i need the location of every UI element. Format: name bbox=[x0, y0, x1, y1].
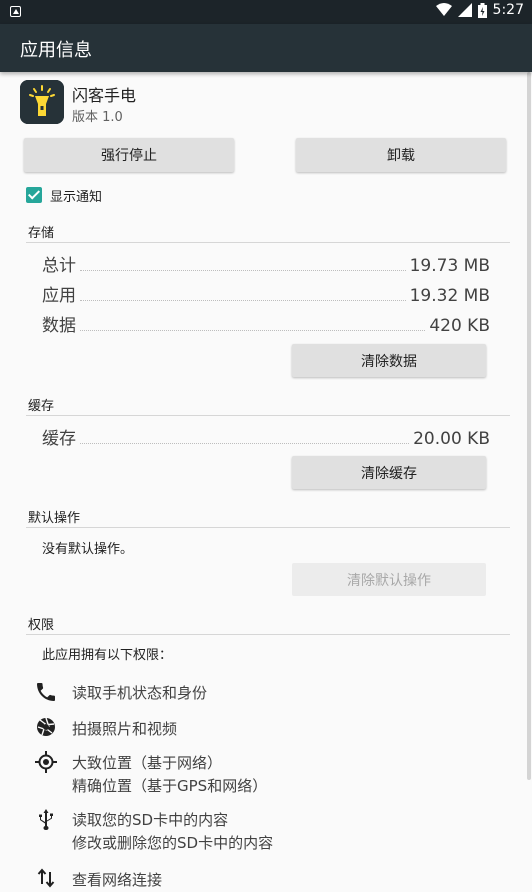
permission-item: 查看网络连接 bbox=[34, 866, 494, 892]
phone-icon bbox=[37, 683, 55, 701]
clock: 5:27 bbox=[492, 2, 524, 18]
dotted-leader bbox=[80, 270, 406, 271]
app-version: 版本 1.0 bbox=[72, 110, 123, 125]
storage-total-row: 总计 19.73 MB bbox=[42, 250, 490, 276]
size-value: 19.73 MB bbox=[409, 256, 490, 276]
cache-divider bbox=[26, 415, 510, 416]
permission-text: 查看网络连接 bbox=[72, 871, 163, 889]
size-value: 420 KB bbox=[429, 316, 490, 336]
permission-item: 读取手机状态和身份 bbox=[34, 680, 494, 706]
network-arrows-icon bbox=[37, 868, 55, 888]
no-defaults-text: 没有默认操作。 bbox=[42, 542, 134, 557]
signal-icon bbox=[457, 3, 472, 17]
clear-defaults-button[interactable]: 清除默认操作 bbox=[292, 563, 486, 596]
permission-item: 拍摄照片和视频 bbox=[34, 715, 494, 741]
cache-section-title: 缓存 bbox=[28, 399, 55, 414]
app-bar: 应用信息 bbox=[0, 24, 532, 72]
usb-icon bbox=[39, 809, 53, 830]
app-header: 闪客手电 版本 1.0 bbox=[20, 80, 500, 128]
permission-text: 大致位置（基于网络） bbox=[72, 754, 223, 772]
show-notifications-checkbox[interactable] bbox=[26, 187, 42, 203]
permission-text: 读取您的SD卡中的内容 bbox=[72, 811, 229, 829]
force-stop-button[interactable]: 强行停止 bbox=[24, 138, 234, 172]
size-value: 20.00 KB bbox=[413, 429, 490, 449]
dotted-leader bbox=[80, 300, 406, 301]
permission-text: 精确位置（基于GPS和网络） bbox=[72, 777, 268, 795]
permissions-section-title: 权限 bbox=[28, 618, 55, 633]
page-title: 应用信息 bbox=[20, 40, 92, 61]
uninstall-button[interactable]: 卸载 bbox=[296, 138, 506, 172]
storage-data-row: 数据 420 KB bbox=[42, 310, 490, 336]
scrollbar[interactable] bbox=[527, 72, 531, 780]
permission-text: 读取手机状态和身份 bbox=[72, 684, 208, 702]
status-bar: 5:27 bbox=[0, 0, 532, 24]
defaults-section-title: 默认操作 bbox=[28, 511, 81, 526]
clear-data-button[interactable]: 清除数据 bbox=[292, 344, 486, 377]
camera-aperture-icon bbox=[37, 717, 55, 736]
wifi-icon bbox=[435, 3, 452, 16]
dotted-leader bbox=[80, 443, 410, 444]
size-value: 19.32 MB bbox=[409, 286, 490, 306]
permission-item: 大致位置（基于网络） 精确位置（基于GPS和网络） bbox=[34, 750, 494, 800]
size-label: 应用 bbox=[42, 286, 76, 306]
app-name: 闪客手电 bbox=[72, 86, 137, 105]
size-label: 总计 bbox=[42, 256, 76, 276]
permissions-intro: 此应用拥有以下权限： bbox=[42, 648, 173, 663]
flashlight-app-icon bbox=[20, 80, 64, 124]
storage-app-row: 应用 19.32 MB bbox=[42, 280, 490, 306]
storage-section-title: 存储 bbox=[28, 226, 55, 241]
dotted-leader bbox=[80, 330, 426, 331]
size-label: 数据 bbox=[42, 316, 76, 336]
storage-divider bbox=[26, 242, 510, 243]
location-icon bbox=[35, 751, 57, 773]
app-info-content[interactable]: 闪客手电 版本 1.0 强行停止 卸载 显示通知 存储 总计 19.73 MB … bbox=[0, 72, 532, 892]
cache-row: 缓存 20.00 KB bbox=[42, 423, 490, 449]
permission-text: 拍摄照片和视频 bbox=[72, 720, 178, 738]
defaults-divider bbox=[26, 527, 510, 528]
permission-item: 读取您的SD卡中的内容 修改或删除您的SD卡中的内容 bbox=[34, 807, 494, 857]
show-notifications-row[interactable]: 显示通知 bbox=[26, 184, 102, 206]
battery-icon bbox=[477, 2, 487, 18]
size-label: 缓存 bbox=[42, 429, 76, 449]
permissions-divider bbox=[26, 634, 510, 635]
show-notifications-label: 显示通知 bbox=[50, 189, 103, 205]
clear-cache-button[interactable]: 清除缓存 bbox=[292, 456, 486, 489]
notification-icon bbox=[10, 6, 21, 17]
permission-text: 修改或删除您的SD卡中的内容 bbox=[72, 834, 274, 852]
